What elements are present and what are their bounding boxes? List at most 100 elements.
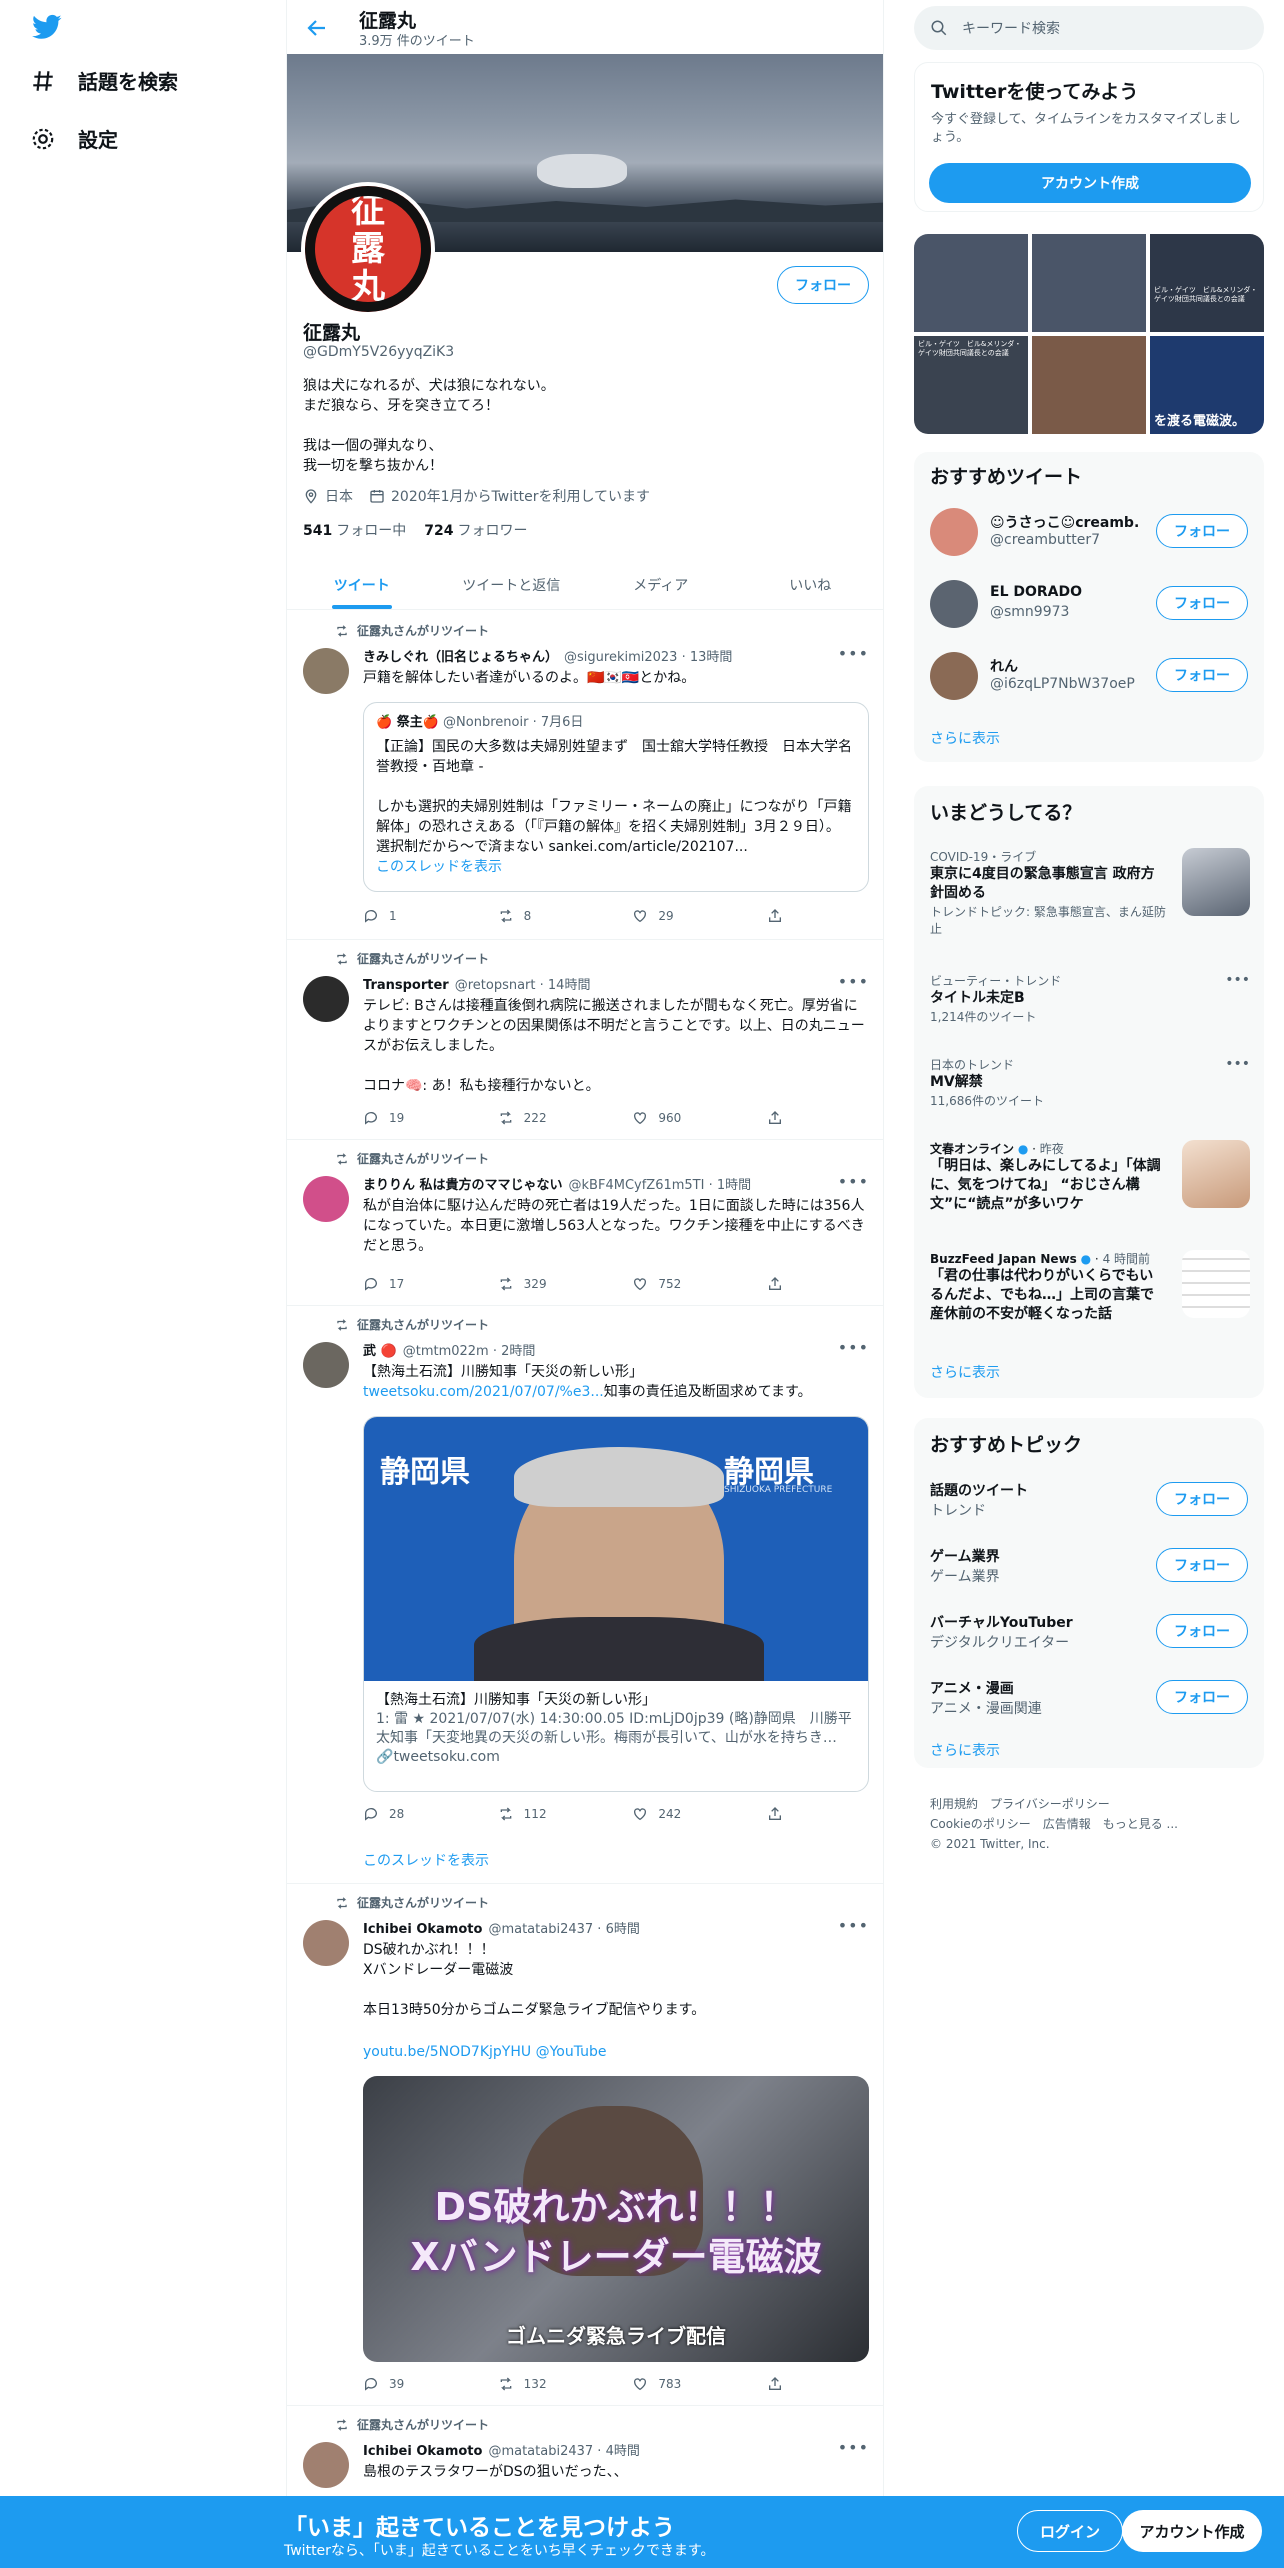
recommended-item[interactable]: EL DORADO @smn9973 フォロー [930,580,1250,630]
tweet[interactable]: 征露丸さんがリツイート Ichibei Okamoto @matatabi2437… [287,1884,883,2406]
followers-link[interactable]: 724 フォロワー [424,520,527,540]
tweet-media[interactable]: DS破れかぶれ！！！ Xバンドレーダー電磁波 ゴムニダ緊急ライブ配信 [363,2076,869,2362]
reply-button[interactable]: 19 [363,1110,498,1126]
profile-follow-button[interactable]: フォロー [777,266,869,304]
trend-item[interactable]: COVID-19・ライブ 東京に4度目の緊急事態宣言 政府方針固める トレンドト… [930,848,1250,937]
nav-settings[interactable]: 設定 [30,124,118,153]
follow-button[interactable]: フォロー [1156,658,1248,692]
media-grid-item[interactable] [914,234,1028,332]
tweet-time[interactable]: 2時間 [501,1344,535,1359]
tweet-time[interactable]: 13時間 [690,650,733,665]
like-button[interactable]: 29 [632,908,767,924]
footer-links-1[interactable]: 利用規約 プライバシーポリシー [930,1794,1260,1814]
show-more-link[interactable]: さらに表示 [930,1740,1000,1760]
like-button[interactable]: 960 [632,1110,767,1126]
share-button[interactable] [767,1276,783,1292]
signup-button[interactable]: アカウント作成 [929,163,1251,203]
more-options-icon[interactable]: ••• [1225,1056,1250,1072]
follow-button[interactable]: フォロー [1156,1482,1248,1516]
link-card[interactable]: 静岡県 静岡県 SHIZUOKA PREFECTURE 【熱海土石流】川勝知事「… [363,1416,869,1792]
following-link[interactable]: 541 フォロー中 [303,520,406,540]
trend-item[interactable]: 文春オンライン ● · 昨夜 「明日は、楽しみにしてるよ」「体調に、気をつけてね… [930,1140,1250,1214]
share-button[interactable] [767,1110,783,1126]
reply-button[interactable]: 28 [363,1806,498,1822]
quote-thread-link[interactable]: このスレッドを表示 [376,857,856,877]
tweet[interactable]: 征露丸さんがリツイート 武 🔴 @tmtm022m · 2時間 ••• 【熱海土石… [287,1306,883,1884]
tweet[interactable]: 征露丸さんがリツイート Ichibei Okamoto @matatabi2437… [287,2406,883,2506]
more-options-icon[interactable]: ••• [838,1916,869,1935]
more-options-icon[interactable]: ••• [838,2438,869,2457]
reply-button[interactable]: 17 [363,1276,498,1292]
follow-button[interactable]: フォロー [1156,1680,1248,1714]
media-grid-item[interactable] [1032,336,1146,434]
tab-likes[interactable]: いいね [736,560,884,609]
avatar[interactable] [930,580,978,628]
search-input[interactable]: キーワード検索 [914,6,1264,50]
author-name[interactable]: まりりん 私は貴方のママじゃない [363,1178,563,1193]
author-name[interactable]: Transporter [363,978,449,993]
show-more-link[interactable]: さらに表示 [930,1362,1000,1382]
avatar[interactable] [303,1176,349,1222]
youtube-link[interactable]: youtu.be/5NOD7KjpYHU [363,2044,531,2060]
follow-button[interactable]: フォロー [1156,514,1248,548]
more-options-icon[interactable]: ••• [838,1172,869,1191]
avatar[interactable] [303,976,349,1022]
author-name[interactable]: 武 🔴 [363,1344,397,1359]
trend-item[interactable]: 日本のトレンド MV解禁 11,686件のツイート ••• [930,1056,1250,1109]
topic-item[interactable]: 話題のツイート トレンド フォロー [930,1476,1250,1526]
tweet-time[interactable]: 6時間 [606,1922,640,1937]
avatar[interactable] [303,648,349,694]
tweet-link[interactable]: tweetsoku.com/2021/07/07/%e3... [363,1384,604,1400]
avatar[interactable] [303,2442,349,2488]
avatar[interactable] [930,508,978,556]
topic-item[interactable]: アニメ・漫画 アニメ・漫画関連 フォロー [930,1674,1250,1724]
twitter-logo-icon[interactable] [30,12,64,42]
trend-item[interactable]: ビューティー・トレンド タイトル未定B 1,214件のツイート ••• [930,972,1250,1025]
profile-avatar[interactable]: 征 露 丸 [301,182,435,316]
author-name[interactable]: Ichibei Okamoto [363,1922,482,1937]
more-options-icon[interactable]: ••• [838,972,869,991]
tab-tweets-replies[interactable]: ツイートと返信 [437,560,587,609]
follow-button[interactable]: フォロー [1156,586,1248,620]
share-button[interactable] [767,908,783,924]
media-grid-item[interactable]: ビル・ゲイツ ビル&メリンダ・ゲイツ財団共同議長との会議 [1150,234,1264,332]
retweet-button[interactable]: 222 [498,1110,633,1126]
retweet-button[interactable]: 8 [498,908,633,924]
recommended-item[interactable]: れん @i6zqLP7NbW37oeP フォロー [930,652,1250,702]
back-arrow-icon[interactable] [305,16,329,40]
tab-tweets[interactable]: ツイート [287,560,437,609]
retweet-button[interactable]: 132 [498,2376,633,2392]
like-button[interactable]: 783 [632,2376,767,2392]
tweet[interactable]: 征露丸さんがリツイート きみしぐれ（旧名じょるちゃん） @sigurekimi20… [287,612,883,940]
more-options-icon[interactable]: ••• [1225,972,1250,988]
author-name[interactable]: きみしぐれ（旧名じょるちゃん） [363,650,558,665]
reply-button[interactable]: 39 [363,2376,498,2392]
recommended-item[interactable]: ☺うさっこ☺creamb... @creambutter7 フォロー [930,508,1250,558]
tab-media[interactable]: メディア [586,560,736,609]
create-account-button[interactable]: アカウント作成 [1122,2510,1262,2552]
trend-item[interactable]: BuzzFeed Japan News ● · 4 時間前 「君の仕事は代わりが… [930,1250,1250,1324]
avatar[interactable] [303,1920,349,1966]
follow-button[interactable]: フォロー [1156,1614,1248,1648]
reply-button[interactable]: 1 [363,908,498,924]
tweet[interactable]: 征露丸さんがリツイート Transporter @retopsnart · 14時… [287,940,883,1140]
like-button[interactable]: 242 [632,1806,767,1822]
media-grid-item[interactable]: ビル・ゲイツ ビル&メリンダ・ゲイツ財団共同議長との会議 [914,336,1028,434]
footer-links-2[interactable]: Cookieのポリシー 広告情報 もっと見る ... [930,1814,1260,1834]
show-more-link[interactable]: さらに表示 [930,728,1000,748]
media-grid-item[interactable] [1032,234,1146,332]
author-name[interactable]: Ichibei Okamoto [363,2444,482,2459]
quoted-tweet[interactable]: 🍎 祭主🍎 @Nonbrenoir · 7月6日 【正論】国民の大多数は夫婦別姓… [363,702,869,892]
like-button[interactable]: 752 [632,1276,767,1292]
tweet[interactable]: 征露丸さんがリツイート まりりん 私は貴方のママじゃない @kBF4MCyfZ61… [287,1140,883,1306]
topic-item[interactable]: ゲーム業界 ゲーム業界 フォロー [930,1542,1250,1592]
tweet-time[interactable]: 1時間 [717,1178,751,1193]
login-button[interactable]: ログイン [1017,2510,1123,2552]
retweet-button[interactable]: 329 [498,1276,633,1292]
topic-item[interactable]: バーチャルYouTuber デジタルクリエイター フォロー [930,1608,1250,1658]
avatar[interactable] [930,652,978,700]
more-options-icon[interactable]: ••• [838,1338,869,1357]
media-grid-item[interactable]: を渡る電磁波。 [1150,336,1264,434]
nav-explore[interactable]: 話題を検索 [30,66,178,95]
youtube-mention[interactable]: @YouTube [536,2044,607,2060]
